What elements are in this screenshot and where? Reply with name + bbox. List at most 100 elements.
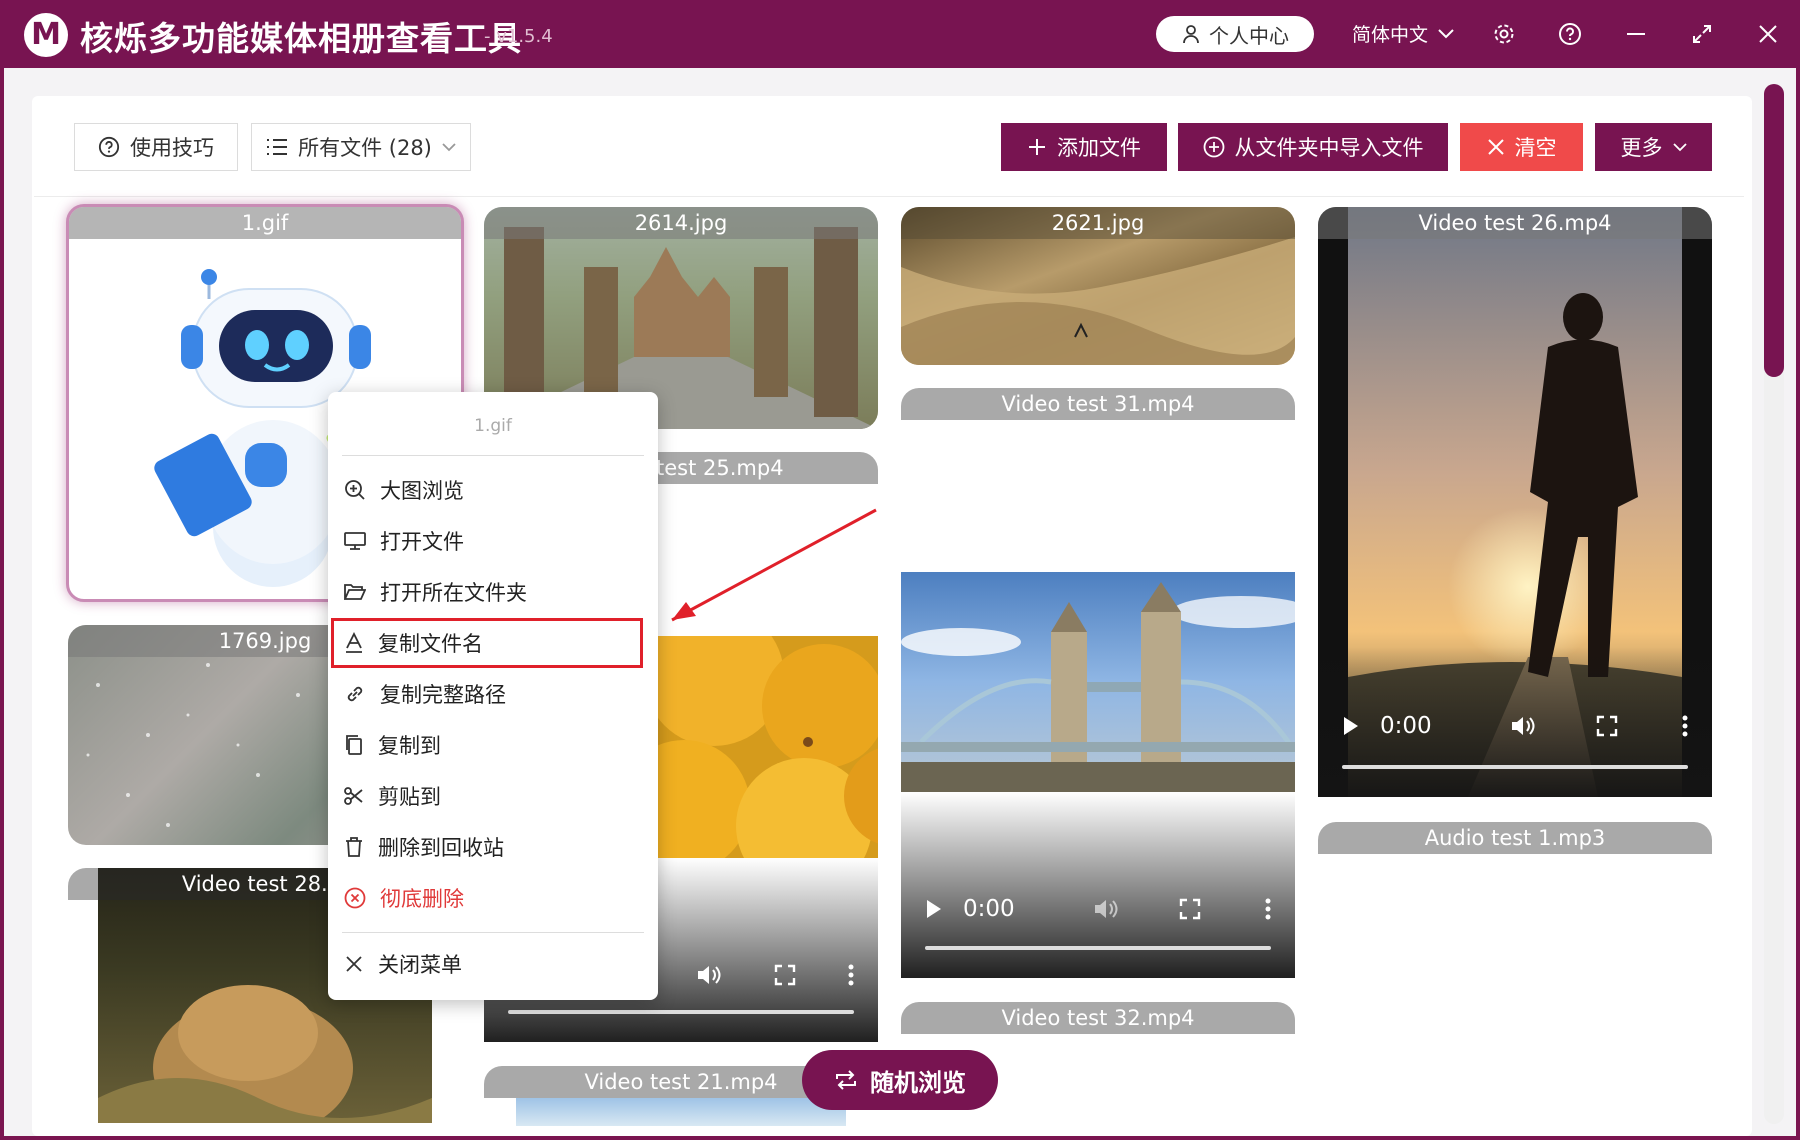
- minimize-icon: [1627, 33, 1645, 35]
- more-vertical-icon[interactable]: [1265, 898, 1271, 920]
- more-vertical-icon[interactable]: [1682, 715, 1688, 737]
- clear-button[interactable]: 清空: [1460, 123, 1583, 171]
- video-progress-bar[interactable]: [1342, 765, 1688, 769]
- card-caption: Video test 32.mp4: [901, 1002, 1295, 1034]
- zoom-in-icon: [345, 480, 365, 500]
- context-menu: 1.gif 大图浏览 打开文件 打开所在文件夹 复制文件名 复制完整路径 复制到…: [328, 392, 658, 1000]
- menu-divider: [342, 455, 644, 456]
- help-button[interactable]: [1552, 16, 1588, 52]
- close-icon: [1487, 139, 1504, 155]
- chevron-down-icon: [1438, 28, 1454, 38]
- language-select[interactable]: 简体中文: [1352, 20, 1454, 47]
- volume-icon[interactable]: [696, 964, 722, 986]
- scrollbar[interactable]: [1764, 84, 1784, 1124]
- card-caption: Video test 31.mp4: [901, 388, 1295, 420]
- more-button[interactable]: 更多: [1595, 123, 1712, 171]
- menu-item-copy-filename[interactable]: 复制文件名: [331, 618, 643, 668]
- random-browse-button[interactable]: 随机浏览: [802, 1050, 998, 1110]
- video-control-row: 0:00: [925, 896, 1271, 922]
- video-time: 0:00: [1380, 713, 1432, 739]
- close-icon: [1759, 25, 1777, 43]
- import-folder-label: 从文件夹中导入文件: [1234, 136, 1424, 160]
- video-time: 0:00: [963, 896, 1015, 922]
- plus-icon: [1029, 139, 1045, 155]
- menu-item-open-folder[interactable]: 打开所在文件夹: [342, 570, 642, 614]
- expand-icon: [1693, 25, 1711, 43]
- menu-item-label: 复制到: [378, 734, 441, 758]
- play-icon[interactable]: [1342, 715, 1360, 737]
- menu-item-label: 复制文件名: [378, 632, 483, 656]
- title-bar: M 核烁多功能媒体相册查看工具 - v1.5.4 个人中心 简体中文: [0, 0, 1800, 68]
- video-progress-bar[interactable]: [925, 946, 1271, 950]
- play-icon[interactable]: [925, 898, 943, 920]
- menu-item-large-view[interactable]: 大图浏览: [342, 468, 642, 512]
- card-caption: Audio test 1.mp3: [1318, 822, 1712, 854]
- trash-icon: [346, 837, 362, 857]
- scissors-icon: [344, 787, 363, 805]
- more-vertical-icon[interactable]: [848, 964, 854, 986]
- toolbar-divider: [34, 196, 1744, 197]
- menu-item-cut-to[interactable]: 剪贴到: [342, 774, 642, 818]
- app-version: - v1.5.4: [484, 26, 553, 47]
- fullscreen-icon[interactable]: [1596, 715, 1618, 737]
- video-control-row: 0:00: [1342, 713, 1688, 739]
- app-title: 核烁多功能媒体相册查看工具: [80, 19, 522, 58]
- menu-item-close[interactable]: 关闭菜单: [342, 942, 642, 986]
- settings-button[interactable]: [1486, 16, 1522, 52]
- minimize-button[interactable]: [1618, 16, 1654, 52]
- media-card-partial[interactable]: [516, 1098, 846, 1126]
- profile-button[interactable]: 个人中心: [1156, 16, 1314, 52]
- monitor-icon: [344, 532, 366, 550]
- menu-item-copy-path[interactable]: 复制完整路径: [342, 672, 642, 716]
- menu-item-label: 彻底删除: [380, 887, 464, 911]
- volume-icon[interactable]: [1093, 898, 1119, 920]
- menu-item-label: 删除到回收站: [378, 836, 504, 860]
- add-file-button[interactable]: 添加文件: [1001, 123, 1167, 171]
- menu-item-recycle[interactable]: 删除到回收站: [342, 825, 642, 869]
- shuffle-icon: [836, 1070, 856, 1090]
- language-label: 简体中文: [1352, 24, 1429, 46]
- app-logo: M: [24, 13, 68, 57]
- fullscreen-icon[interactable]: [1179, 898, 1201, 920]
- question-icon: [1559, 23, 1581, 45]
- menu-item-permanent-delete[interactable]: 彻底删除: [342, 876, 642, 920]
- clear-label: 清空: [1514, 136, 1557, 160]
- card-label: Video test 26.mp4: [1318, 207, 1712, 239]
- file-filter-label: 所有文件 (28): [298, 136, 432, 160]
- scrollbar-thumb[interactable]: [1764, 84, 1784, 377]
- random-browse-label: 随机浏览: [870, 1068, 966, 1097]
- add-file-label: 添加文件: [1057, 136, 1141, 160]
- import-folder-button[interactable]: 从文件夹中导入文件: [1178, 123, 1448, 171]
- menu-item-copy-to[interactable]: 复制到: [342, 723, 642, 767]
- menu-divider: [342, 932, 644, 933]
- plus-circle-icon: [1203, 136, 1224, 158]
- menu-item-label: 打开文件: [380, 530, 464, 554]
- media-card[interactable]: [901, 572, 1295, 792]
- volume-icon[interactable]: [1510, 715, 1536, 737]
- profile-label: 个人中心: [1209, 23, 1289, 48]
- list-icon: [267, 139, 288, 155]
- video-progress-bar[interactable]: [508, 1010, 854, 1014]
- menu-item-label: 关闭菜单: [378, 953, 462, 977]
- card-label: 1.gif: [69, 207, 461, 239]
- media-card[interactable]: 2621.jpg: [901, 207, 1295, 365]
- menu-item-label: 剪贴到: [378, 785, 441, 809]
- video-player[interactable]: 0:00: [901, 792, 1295, 978]
- maximize-button[interactable]: [1684, 16, 1720, 52]
- card-label: 2621.jpg: [901, 207, 1295, 239]
- tips-button[interactable]: 使用技巧: [74, 123, 238, 171]
- menu-item-label: 大图浏览: [380, 479, 464, 503]
- video-controls: 0:00: [901, 792, 1295, 978]
- video-controls: 0:00: [1318, 647, 1712, 797]
- video-player[interactable]: Video test 26.mp4 0:00: [1318, 207, 1712, 797]
- user-icon: [1183, 25, 1199, 44]
- menu-item-open-file[interactable]: 打开文件: [342, 519, 642, 563]
- file-filter-dropdown[interactable]: 所有文件 (28): [251, 123, 471, 171]
- chevron-down-icon: [442, 142, 456, 151]
- fullscreen-icon[interactable]: [774, 964, 796, 986]
- close-button[interactable]: [1750, 16, 1786, 52]
- gear-icon: [1494, 24, 1514, 44]
- more-label: 更多: [1620, 136, 1663, 160]
- folder-open-icon: [344, 584, 366, 600]
- menu-item-label: 复制完整路径: [380, 683, 506, 707]
